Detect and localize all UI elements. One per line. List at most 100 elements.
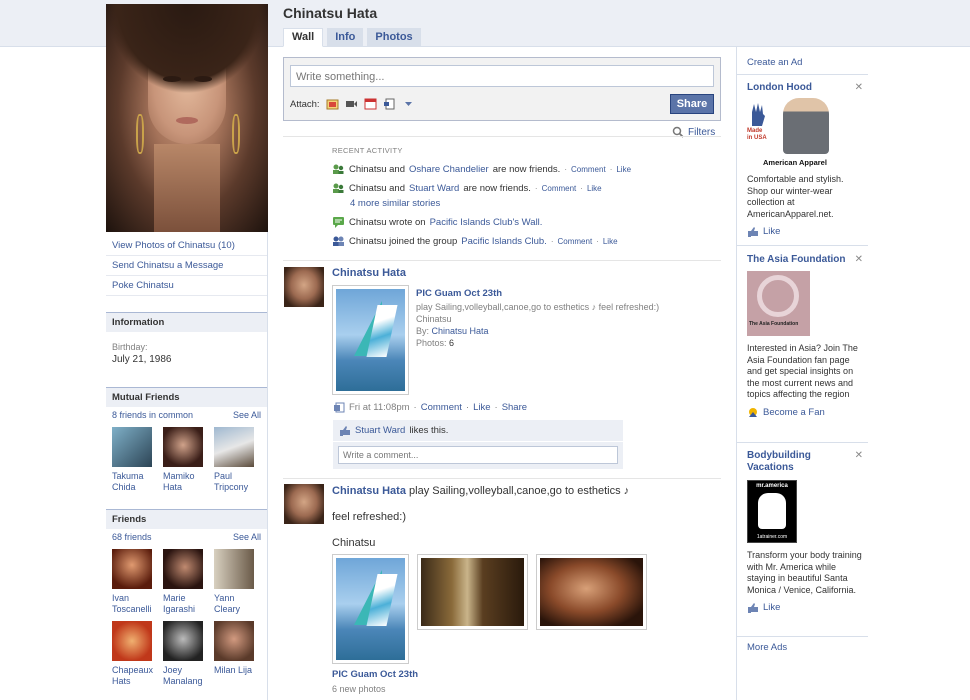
album-by-link[interactable]: Chinatsu Hata [432, 326, 489, 336]
friend-last-name[interactable]: Manalang [163, 676, 214, 687]
ad-image[interactable]: Made in USA American Apparel [747, 98, 835, 168]
friend-first-name[interactable]: Joey [163, 665, 214, 676]
album-cover-frame[interactable] [332, 285, 409, 395]
mutual-friends-grid: Takuma Chida Mamiko Hata Paul Tripcony [106, 423, 267, 499]
close-icon[interactable]: ✕ [855, 450, 863, 461]
friend-first-name[interactable]: Paul [214, 471, 265, 482]
story-author-name[interactable]: Chinatsu Hata [332, 485, 406, 497]
activity-group-link[interactable]: Pacific Islands Club. [461, 236, 547, 247]
story-author-name[interactable]: Chinatsu Hata [332, 267, 406, 279]
friend-first-name[interactable]: Ivan [112, 593, 163, 604]
ad-like-button[interactable]: Like [747, 602, 867, 613]
friend-tile[interactable]: Ivan Toscanelli [112, 549, 163, 615]
friends-count-link[interactable]: 68 friends [112, 532, 152, 542]
ad-title[interactable]: Bodybuilding Vacations [747, 450, 847, 474]
mutual-friends-see-all-link[interactable]: See All [233, 410, 261, 420]
view-photos-link[interactable]: View Photos of Chinatsu (10) [106, 236, 267, 256]
link-attach-icon[interactable] [383, 98, 396, 110]
become-fan-button[interactable]: Become a Fan [747, 407, 867, 418]
story-author-avatar[interactable] [284, 267, 324, 307]
massage-photo[interactable] [540, 558, 643, 626]
friend-first-name[interactable]: Yann [214, 593, 265, 604]
tab-photos[interactable]: Photos [367, 28, 421, 47]
photo-thumbnail[interactable] [417, 554, 528, 630]
friend-tile[interactable]: Mamiko Hata [163, 427, 214, 493]
like-link[interactable]: Like [473, 402, 490, 413]
friend-first-name[interactable]: Chapeaux [112, 665, 163, 676]
friend-tile[interactable]: Yann Cleary [214, 549, 265, 615]
like-link[interactable]: Like [587, 184, 602, 193]
photo-thumbnail[interactable] [536, 554, 647, 630]
friend-thumbnail[interactable] [163, 427, 203, 467]
friend-first-name[interactable]: Takuma [112, 471, 163, 482]
friend-thumbnail[interactable] [112, 427, 152, 467]
activity-group-wall-link[interactable]: Pacific Islands Club's Wall. [430, 217, 543, 228]
friend-last-name[interactable]: Toscanelli [112, 604, 163, 615]
ad-title[interactable]: London Hood [747, 82, 847, 94]
comment-link[interactable]: Comment [421, 402, 462, 413]
friend-tile[interactable]: Paul Tripcony [214, 427, 265, 493]
album-cover-photo[interactable] [336, 289, 405, 391]
friend-thumbnail[interactable] [214, 549, 254, 589]
friend-last-name[interactable]: Tripcony [214, 482, 265, 493]
album-title-link[interactable]: PIC Guam Oct 23th [332, 669, 418, 680]
photo-attach-icon[interactable] [326, 98, 339, 110]
comment-link[interactable]: Comment [558, 237, 593, 246]
comment-link[interactable]: Comment [542, 184, 577, 193]
create-ad-link[interactable]: Create an Ad [737, 47, 867, 68]
friend-thumbnail[interactable] [163, 549, 203, 589]
ads-column: Create an Ad London Hood ✕ Made in USA A… [736, 47, 868, 700]
friend-tile[interactable]: Joey Manalang [163, 621, 214, 687]
share-link[interactable]: Share [502, 402, 527, 413]
like-link[interactable]: Like [603, 237, 618, 246]
mutual-friends-count-link[interactable]: 8 friends in common [112, 410, 193, 420]
friend-thumbnail[interactable] [112, 621, 152, 661]
tab-info[interactable]: Info [327, 28, 364, 47]
friend-tile[interactable]: Chapeaux Hats [112, 621, 163, 687]
friend-first-name[interactable]: Mamiko [163, 471, 214, 482]
friend-tile[interactable]: Milan Lija [214, 621, 265, 687]
event-attach-icon[interactable] [364, 98, 377, 110]
ad-image[interactable]: The Asia Foundation [747, 271, 810, 336]
activity-friend-link[interactable]: Stuart Ward [409, 183, 459, 194]
activity-friend-link[interactable]: Oshare Chandelier [409, 164, 489, 175]
friend-last-name[interactable]: Hats [112, 676, 163, 687]
close-icon[interactable]: ✕ [855, 82, 863, 93]
friend-thumbnail[interactable] [163, 621, 203, 661]
close-icon[interactable]: ✕ [855, 254, 863, 265]
video-attach-icon[interactable] [345, 98, 358, 110]
comment-link[interactable]: Comment [571, 165, 606, 174]
more-attach-chevron-icon[interactable] [402, 98, 415, 110]
poke-link[interactable]: Poke Chinatsu [106, 276, 267, 296]
ad-image[interactable]: mr.america 1atrainer.com [747, 480, 797, 543]
friend-thumbnail[interactable] [214, 621, 254, 661]
liker-link[interactable]: Stuart Ward [355, 425, 405, 436]
ad-like-button[interactable]: Like [747, 226, 867, 237]
friend-last-name[interactable]: Igarashi [163, 604, 214, 615]
share-button[interactable]: Share [670, 94, 714, 114]
friend-tile[interactable]: Takuma Chida [112, 427, 163, 493]
tab-wall[interactable]: Wall [283, 28, 324, 47]
friend-thumbnail[interactable] [214, 427, 254, 467]
sailboat-photo[interactable] [336, 558, 405, 660]
photo-thumbnail[interactable] [332, 554, 409, 664]
friend-tile[interactable]: Marie Igarashi [163, 549, 214, 615]
profile-picture[interactable] [106, 4, 268, 232]
like-link[interactable]: Like [616, 165, 631, 174]
more-ads-link[interactable]: More Ads [747, 642, 787, 653]
write-something-input[interactable]: Write something... [290, 65, 714, 87]
friends-see-all-link[interactable]: See All [233, 532, 261, 542]
album-title-link[interactable]: PIC Guam Oct 23th [416, 288, 502, 299]
friend-first-name[interactable]: Marie [163, 593, 214, 604]
friend-last-name[interactable]: Hata [163, 482, 214, 493]
comment-input[interactable]: Write a comment... [338, 446, 618, 464]
ad-title[interactable]: The Asia Foundation [747, 254, 847, 266]
story-author-avatar[interactable] [284, 484, 324, 524]
more-stories-link[interactable]: 4 more similar stories [350, 198, 440, 209]
spa-room-photo[interactable] [421, 558, 524, 626]
send-message-link[interactable]: Send Chinatsu a Message [106, 256, 267, 276]
friend-name[interactable]: Milan Lija [214, 665, 265, 676]
friend-last-name[interactable]: Cleary [214, 604, 265, 615]
friend-last-name[interactable]: Chida [112, 482, 163, 493]
friend-thumbnail[interactable] [112, 549, 152, 589]
